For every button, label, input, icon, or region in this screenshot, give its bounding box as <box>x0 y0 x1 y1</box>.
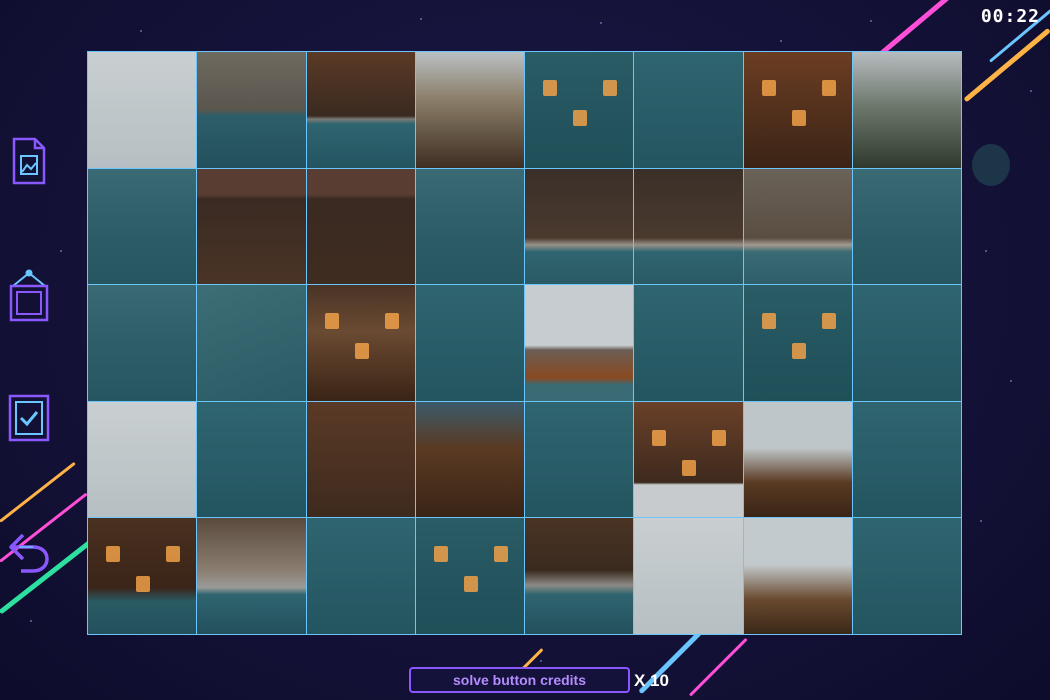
window-light <box>791 343 806 360</box>
window-light <box>682 459 697 476</box>
puzzle-tile[interactable] <box>525 168 634 285</box>
puzzle-tile[interactable] <box>197 401 306 518</box>
window-light <box>652 429 667 446</box>
puzzle-tile[interactable] <box>634 518 743 634</box>
puzzle-tile[interactable] <box>525 285 634 401</box>
puzzle-tile[interactable] <box>415 285 524 401</box>
puzzle-tile[interactable] <box>306 401 415 518</box>
frame-button[interactable] <box>7 269 51 322</box>
window-light <box>543 80 557 96</box>
window-light <box>791 110 806 126</box>
window-light <box>821 313 836 330</box>
puzzle-tile[interactable] <box>415 52 524 168</box>
window-light <box>761 313 776 330</box>
undo-arrow-icon <box>9 533 49 573</box>
puzzle-tile[interactable] <box>88 401 197 518</box>
puzzle-tile[interactable] <box>88 518 197 634</box>
puzzle-tile[interactable] <box>88 285 197 401</box>
puzzle-tile[interactable] <box>852 52 961 168</box>
puzzle-tile[interactable] <box>743 401 852 518</box>
window-light <box>603 80 617 96</box>
credits-multiplier: X 10 <box>634 671 669 690</box>
window-light <box>354 343 369 360</box>
window-light <box>573 110 587 126</box>
decor-orb <box>972 144 1010 186</box>
puzzle-tile[interactable] <box>525 52 634 168</box>
puzzle-tile[interactable] <box>852 285 961 401</box>
puzzle-tile[interactable] <box>197 52 306 168</box>
window-light <box>433 546 448 563</box>
picture-frame-icon <box>9 269 49 322</box>
puzzle-tile[interactable] <box>88 52 197 168</box>
decor-streak-orange <box>963 27 1050 103</box>
undo-button[interactable] <box>7 523 51 575</box>
window-light <box>761 80 776 96</box>
puzzle-tile[interactable] <box>197 285 306 401</box>
check-button[interactable] <box>7 393 51 445</box>
puzzle-tile[interactable] <box>525 518 634 634</box>
window-light <box>384 313 399 330</box>
puzzle-tile[interactable] <box>743 168 852 285</box>
window-light <box>821 80 836 96</box>
image-file-icon <box>12 137 46 185</box>
puzzle-tile[interactable] <box>852 518 961 634</box>
puzzle-tile[interactable] <box>415 401 524 518</box>
puzzle-tile[interactable] <box>634 168 743 285</box>
puzzle-tile[interactable] <box>634 401 743 518</box>
puzzle-tile[interactable] <box>306 52 415 168</box>
puzzle-tile[interactable] <box>743 52 852 168</box>
window-light <box>136 576 150 593</box>
window-light <box>106 546 120 563</box>
puzzle-tile[interactable] <box>743 518 852 634</box>
decor-streak-pink <box>878 0 989 57</box>
puzzle-tile[interactable] <box>634 285 743 401</box>
puzzle-tile[interactable] <box>634 52 743 168</box>
puzzle-tile[interactable] <box>852 168 961 285</box>
puzzle-tile[interactable] <box>88 168 197 285</box>
decor-streak-pink-bottom <box>688 637 748 697</box>
puzzle-board <box>87 51 962 635</box>
puzzle-tile[interactable] <box>197 518 306 634</box>
window-light <box>463 576 478 593</box>
timer: 00:22 <box>980 6 1040 27</box>
puzzle-tile[interactable] <box>306 285 415 401</box>
solve-credits-button[interactable]: solve button credits <box>409 667 630 693</box>
image-preview-button[interactable] <box>7 135 51 187</box>
window-light <box>712 429 727 446</box>
window-light <box>324 313 339 330</box>
puzzle-tile[interactable] <box>852 401 961 518</box>
puzzle-tile[interactable] <box>306 168 415 285</box>
puzzle-tile[interactable] <box>525 401 634 518</box>
window-light <box>493 546 508 563</box>
puzzle-tile[interactable] <box>197 168 306 285</box>
puzzle-tile[interactable] <box>415 518 524 634</box>
puzzle-tile[interactable] <box>415 168 524 285</box>
checkbox-icon <box>8 394 50 442</box>
decor-streak-orange-left <box>0 461 76 523</box>
window-light <box>166 546 180 563</box>
puzzle-tile[interactable] <box>306 518 415 634</box>
puzzle-tile[interactable] <box>743 285 852 401</box>
